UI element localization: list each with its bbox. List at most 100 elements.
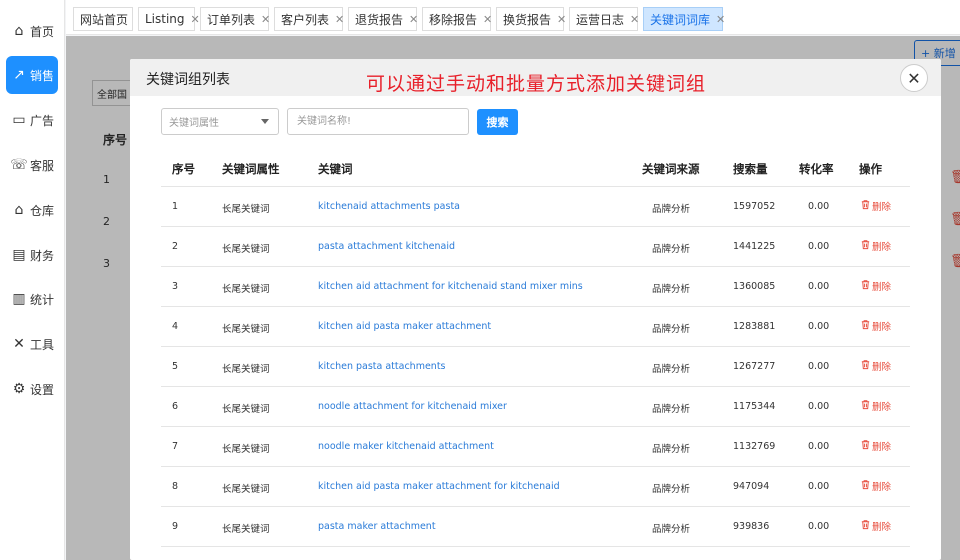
col-header-action: 操作	[859, 162, 882, 176]
row-keyword[interactable]: noodle maker kitchenaid attachment	[318, 441, 494, 452]
tab-close-icon[interactable]: ✕	[716, 13, 725, 26]
sidebar-item[interactable]: ☏ 客服	[6, 146, 58, 184]
row-keyword[interactable]: pasta maker attachment	[318, 521, 436, 532]
row-source: 品牌分析	[652, 204, 691, 215]
keyword-name-input[interactable]	[287, 108, 469, 135]
row-source: 品牌分析	[652, 364, 691, 375]
row-keyword[interactable]: kitchen aid attachment for kitchenaid st…	[318, 281, 583, 292]
row-rate: 0.00	[808, 361, 830, 372]
delete-button[interactable]: 删除	[860, 359, 891, 373]
row-attr: 长尾关键词	[222, 204, 270, 215]
tab-close-icon[interactable]: ✕	[630, 13, 639, 26]
tab-close-icon[interactable]: ✕	[557, 13, 566, 26]
tab[interactable]: 网站首页	[73, 7, 133, 31]
tab[interactable]: 运营日志 ✕	[569, 7, 639, 31]
row-rate: 0.00	[808, 401, 830, 412]
tab-bar: 网站首页 Listing ✕ 订单列表 ✕ 客户列表 ✕ 退货报告 ✕ 移除报告 ✕ 换货报告 ✕ 运营日…	[66, 0, 960, 35]
tab-label: 运营日志	[576, 12, 625, 27]
col-header-volume: 搜索量	[733, 162, 768, 176]
row-attr: 长尾关键词	[222, 404, 270, 415]
delete-label: 删除	[872, 322, 892, 333]
chevron-down-icon	[261, 119, 269, 124]
row-no: 7	[172, 441, 179, 452]
tab-close-icon[interactable]: ✕	[191, 13, 200, 26]
delete-button[interactable]: 删除	[860, 199, 891, 213]
sidebar-item[interactable]: ↗ 销售	[6, 56, 58, 94]
sidebar-item-label: 客服	[29, 158, 54, 173]
row-volume: 1441225	[733, 241, 776, 252]
row-keyword[interactable]: pasta attachment kitchenaid	[318, 241, 455, 252]
row-rate: 0.00	[808, 481, 830, 492]
sidebar-item[interactable]: ⚙ 设置	[6, 370, 58, 408]
delete-button[interactable]: 删除	[860, 519, 891, 533]
search-button[interactable]: 搜索	[477, 109, 518, 135]
trash-icon	[860, 479, 872, 493]
warehouse-icon: ⌂	[14, 202, 24, 218]
tab-close-icon[interactable]: ✕	[409, 13, 418, 26]
row-source: 品牌分析	[652, 324, 691, 335]
tab[interactable]: Listing ✕	[138, 7, 200, 31]
sidebar-item[interactable]: ▭ 广告	[6, 101, 58, 139]
row-attr: 长尾关键词	[222, 284, 270, 295]
row-volume: 1132769	[733, 441, 776, 452]
row-attr: 长尾关键词	[222, 524, 270, 535]
ad-icon: ▭	[12, 112, 26, 128]
delete-button[interactable]: 删除	[860, 479, 891, 493]
bar-chart-icon: ▥	[12, 291, 26, 307]
table-divider	[161, 506, 910, 507]
delete-button[interactable]: 删除	[860, 279, 891, 293]
tab-close-icon[interactable]: ✕	[483, 13, 492, 26]
row-keyword[interactable]: kitchenaid attachments pasta	[318, 201, 460, 212]
col-header-source: 关键词来源	[642, 162, 700, 176]
row-no: 6	[172, 401, 179, 412]
tab-label: 客户列表	[281, 12, 330, 27]
row-keyword[interactable]: noodle attachment for kitchenaid mixer	[318, 401, 507, 412]
tab[interactable]: 关键词词库 ✕	[643, 7, 725, 31]
tab-label: 退货报告	[355, 12, 404, 27]
tab[interactable]: 换货报告 ✕	[496, 7, 566, 31]
row-keyword[interactable]: kitchen aid pasta maker attachment for k…	[318, 481, 560, 492]
tab[interactable]: 订单列表 ✕	[200, 7, 270, 31]
select-placeholder: 关键词属性	[169, 118, 219, 129]
tab[interactable]: 客户列表 ✕	[274, 7, 344, 31]
row-rate: 0.00	[808, 201, 830, 212]
close-button[interactable]: ✕	[900, 64, 928, 92]
trash-icon	[860, 239, 872, 253]
trash-icon	[860, 399, 872, 413]
delete-label: 删除	[872, 442, 892, 453]
trash-icon	[860, 199, 872, 213]
tab-close-icon[interactable]: ✕	[261, 13, 270, 26]
row-keyword[interactable]: kitchen pasta attachments	[318, 361, 446, 372]
row-attr: 长尾关键词	[222, 484, 270, 495]
sidebar-item[interactable]: ⌂ 首页	[6, 12, 58, 50]
row-no: 5	[172, 361, 179, 372]
row-keyword[interactable]: kitchen aid pasta maker attachment	[318, 321, 491, 332]
tab-label: 订单列表	[207, 12, 256, 27]
tab[interactable]: 移除报告 ✕	[422, 7, 492, 31]
delete-button[interactable]: 删除	[860, 439, 891, 453]
table-divider	[161, 386, 910, 387]
col-header-keyword: 关键词	[318, 162, 353, 176]
row-rate: 0.00	[808, 521, 830, 532]
gear-icon: ⚙	[12, 381, 26, 397]
delete-button[interactable]: 删除	[860, 239, 891, 253]
keyword-attr-select[interactable]: 关键词属性	[161, 108, 279, 135]
sidebar-item[interactable]: ▤ 财务	[6, 236, 58, 274]
chart-line-icon: ↗	[13, 67, 25, 83]
delete-button[interactable]: 删除	[860, 319, 891, 333]
row-volume: 947094	[733, 481, 770, 492]
chat-icon: ☏	[10, 157, 28, 173]
tab[interactable]: 退货报告 ✕	[348, 7, 418, 31]
sidebar-item[interactable]: ⌂ 仓库	[6, 191, 58, 229]
row-source: 品牌分析	[652, 284, 691, 295]
sidebar-item[interactable]: ✕ 工具	[6, 325, 58, 363]
tools-icon: ✕	[13, 336, 25, 352]
sidebar-item[interactable]: ▥ 统计	[6, 280, 58, 318]
delete-label: 删除	[872, 282, 892, 293]
delete-button[interactable]: 删除	[860, 399, 891, 413]
tab-close-icon[interactable]: ✕	[335, 13, 344, 26]
table-divider	[161, 186, 910, 187]
tab-label: 换货报告	[503, 12, 552, 27]
trash-icon	[860, 279, 872, 293]
delete-label: 删除	[872, 362, 892, 373]
